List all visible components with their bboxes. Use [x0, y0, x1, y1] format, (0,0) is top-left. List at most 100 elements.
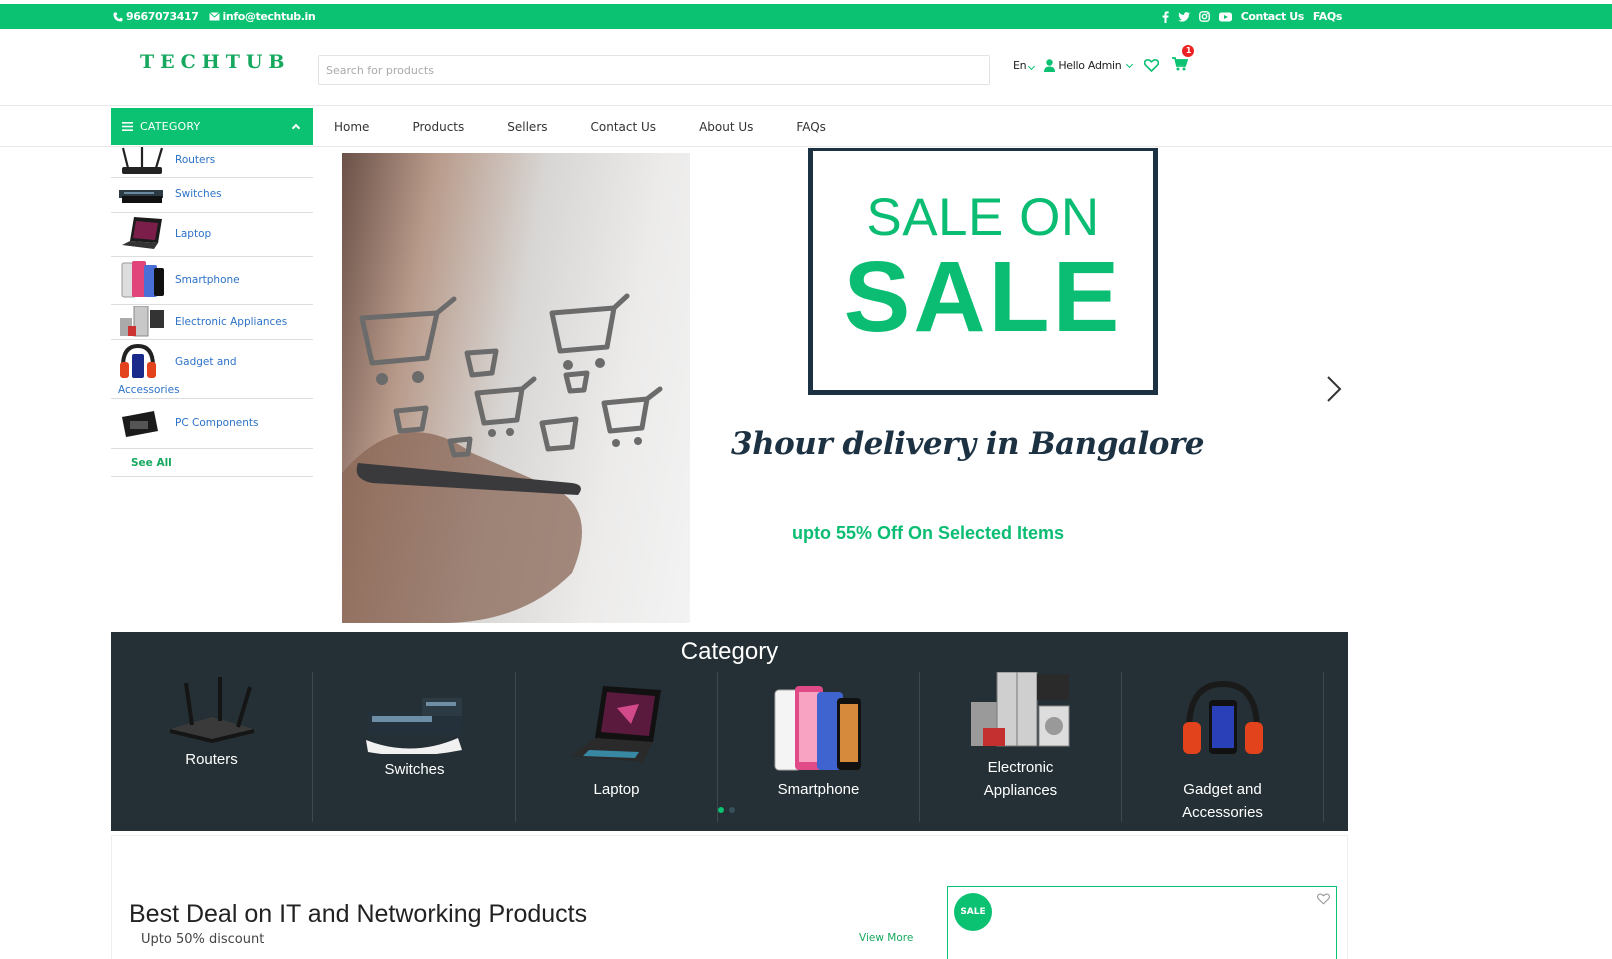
category-card-electronic-appliances[interactable]: Electronic Appliances	[920, 672, 1122, 822]
appliance-icon	[970, 672, 1069, 747]
sidebar-item-label-line2: Accessories	[118, 384, 180, 396]
category-sidebar: Routers Switches Laptop Smartphone Elect…	[111, 147, 313, 477]
mail-icon	[208, 12, 220, 21]
smartphone-icon	[774, 686, 861, 771]
sidebar-item-label: Laptop	[175, 228, 212, 240]
user-icon	[1044, 59, 1056, 72]
category-card-label: Routers	[185, 751, 238, 768]
sale-badge: SALE	[954, 893, 992, 931]
carousel-dot-active[interactable]	[718, 807, 724, 813]
pc-component-icon	[122, 411, 158, 437]
site-logo[interactable]: TECHTUB	[140, 51, 290, 73]
delivery-tagline: 3hour delivery in Bangalore	[731, 426, 1204, 462]
site-header: TECHTUB En Hello Admin 1	[0, 29, 1612, 106]
category-card-label: Switches	[384, 761, 445, 778]
sidebar-item-label: Smartphone	[175, 274, 240, 286]
nav-about-us[interactable]: About Us	[699, 120, 753, 134]
category-section-title: Category	[680, 638, 779, 665]
category-card-switches[interactable]: Switches	[314, 672, 516, 822]
category-card-label: Smartphone	[777, 781, 860, 798]
category-card-routers[interactable]: Routers	[111, 672, 313, 822]
deal-section-subtitle: Upto 50% discount	[141, 932, 265, 947]
best-deal-section: Best Deal on IT and Networking Products …	[111, 835, 1348, 959]
cart-count-badge: 1	[1182, 45, 1195, 57]
language-selector[interactable]: En	[1013, 59, 1036, 72]
category-card-label: Gadget and	[1183, 781, 1262, 798]
laptop-icon	[122, 217, 162, 249]
contact-info: 9667073417 info@techtub.in	[113, 4, 316, 29]
sidebar-item-label: Electronic Appliances	[175, 316, 288, 328]
product-card[interactable]: SALE	[947, 886, 1337, 959]
category-card-smartphone[interactable]: Smartphone	[718, 672, 920, 822]
chevron-down-icon	[1028, 62, 1036, 71]
nav-faqs[interactable]: FAQs	[796, 120, 826, 134]
email-address: info@techtub.in	[222, 10, 316, 23]
sale-headline-line1: SALE ON	[866, 188, 1100, 247]
sidebar-item-label: Routers	[175, 154, 216, 166]
search-input[interactable]	[318, 55, 990, 85]
router-icon	[169, 677, 254, 743]
phone-link[interactable]: 9667073417	[113, 10, 199, 23]
sidebar-item-label: PC Components	[175, 417, 259, 429]
chevron-up-icon	[291, 123, 301, 133]
sidebar-item-electronic-appliances[interactable]: Electronic Appliances	[111, 305, 313, 340]
chevron-down-icon	[1126, 60, 1134, 68]
sidebar-item-label: Switches	[175, 188, 222, 200]
sidebar-item-switches[interactable]: Switches	[111, 178, 313, 213]
banner-image-hand-phone-carts	[342, 153, 690, 623]
phone-number: 9667073417	[126, 10, 199, 23]
instagram-icon[interactable]	[1198, 11, 1210, 22]
facebook-icon[interactable]	[1162, 10, 1169, 23]
sidebar-item-routers[interactable]: Routers	[111, 147, 313, 178]
hamburger-icon	[122, 122, 133, 131]
youtube-icon[interactable]	[1218, 12, 1232, 22]
user-greeting: Hello Admin	[1058, 59, 1122, 72]
nav-menu: Home Products Sellers Contact Us About U…	[334, 108, 826, 145]
deal-section-title: Best Deal on IT and Networking Products	[129, 900, 588, 928]
headphones-icon	[1182, 680, 1263, 754]
sale-headline-line2: SALE	[843, 241, 1123, 353]
smartphone-icon	[121, 261, 164, 298]
sale-banner-box[interactable]: SALE ON SALE	[808, 148, 1158, 395]
sidebar-item-pc-components[interactable]: PC Components	[111, 399, 313, 449]
sidebar-item-label: Gadget and	[175, 356, 237, 368]
main-nav: CATEGORY Home Products Sellers Contact U…	[0, 106, 1612, 147]
category-carousel: Category Routers Switches Laptop Smartph…	[111, 632, 1348, 831]
switch-icon	[365, 698, 462, 754]
see-all-link[interactable]: See All	[111, 457, 172, 469]
cart-icon	[1172, 57, 1189, 71]
nav-sellers[interactable]: Sellers	[507, 120, 547, 134]
carousel-dot[interactable]	[729, 807, 735, 813]
email-link[interactable]: info@techtub.in	[208, 10, 316, 23]
category-card-label-line2: Appliances	[983, 782, 1058, 799]
chevron-right-icon[interactable]	[1326, 375, 1342, 403]
twitter-icon[interactable]	[1177, 11, 1190, 22]
see-all-row: See All	[111, 449, 313, 477]
category-card-laptop[interactable]: Laptop	[516, 672, 718, 822]
phone-icon	[113, 12, 123, 21]
user-menu[interactable]: Hello Admin	[1044, 59, 1134, 72]
wishlist-heart-icon[interactable]	[1144, 59, 1160, 72]
category-card-label-line2: Accessories	[1182, 804, 1263, 821]
appliance-icon	[120, 306, 164, 337]
cart-button[interactable]: 1	[1172, 45, 1195, 74]
sidebar-item-smartphone[interactable]: Smartphone	[111, 257, 313, 305]
nav-contact-us[interactable]: Contact Us	[591, 120, 657, 134]
view-more-link[interactable]: View More	[859, 932, 913, 944]
nav-products[interactable]: Products	[412, 120, 464, 134]
top-faqs-link[interactable]: FAQs	[1313, 10, 1342, 23]
sidebar-item-laptop[interactable]: Laptop	[111, 213, 313, 257]
category-card-label: Electronic	[987, 759, 1054, 776]
router-icon	[121, 147, 164, 174]
offer-text: upto 55% Off On Selected Items	[792, 523, 1065, 543]
sidebar-item-gadget-and-accessories[interactable]: Gadget and Accessories	[111, 340, 313, 399]
category-toggle-button[interactable]: CATEGORY	[111, 108, 313, 145]
top-contact-link[interactable]: Contact Us	[1241, 10, 1305, 23]
language-label: En	[1013, 59, 1027, 72]
headphones-icon	[120, 343, 156, 378]
category-card-label: Laptop	[593, 781, 640, 798]
category-card-gadget-and-accessories[interactable]: Gadget and Accessories	[1122, 672, 1324, 822]
nav-home[interactable]: Home	[334, 120, 369, 134]
heart-icon[interactable]	[1317, 893, 1330, 905]
carousel-dots	[718, 807, 735, 813]
